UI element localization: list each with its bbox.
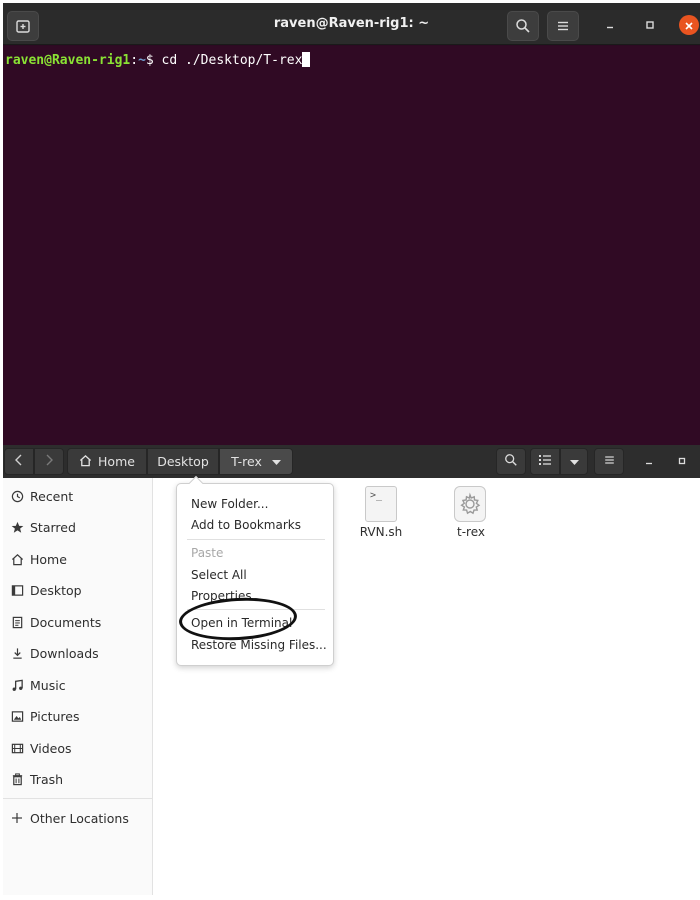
music-icon <box>9 677 25 693</box>
view-list-button[interactable] <box>530 448 560 475</box>
places-sidebar: Recent Starred Home Desktop Documents Do… <box>3 478 153 895</box>
clock-icon <box>9 488 25 504</box>
picture-icon <box>9 708 25 724</box>
sidebar-item-label: Recent <box>30 488 74 504</box>
search-icon <box>504 453 518 470</box>
sidebar-item-other-locations[interactable]: Other Locations <box>3 805 153 831</box>
context-menu: New Folder... Add to Bookmarks Paste Sel… <box>176 475 334 666</box>
desktop-icon <box>9 582 25 598</box>
prompt-path: ~ <box>138 53 146 68</box>
sidebar-item-home[interactable]: Home <box>3 546 153 572</box>
video-icon <box>9 740 25 756</box>
home-icon <box>79 454 92 470</box>
sidebar-item-downloads[interactable]: Downloads <box>3 640 153 666</box>
files-headerbar: Home Desktop T-rex <box>3 445 700 478</box>
sidebar-item-label: Other Locations <box>30 810 129 826</box>
files-minimize-button[interactable] <box>639 448 659 475</box>
terminal-glyph: >_ <box>370 490 383 501</box>
path-trex-label: T-rex <box>231 454 262 469</box>
menu-item-new-folder[interactable]: New Folder... <box>191 497 268 511</box>
files-search-button[interactable] <box>496 448 526 475</box>
sidebar-item-label: Pictures <box>30 708 80 724</box>
caret-down-icon <box>271 454 281 469</box>
sidebar-item-label: Desktop <box>30 582 82 598</box>
menu-item-paste: Paste <box>191 546 224 560</box>
path-desktop-label: Desktop <box>157 454 209 469</box>
star-icon <box>9 519 25 535</box>
script-file-icon[interactable]: >_ <box>365 486 397 522</box>
menu-item-restore-missing-files[interactable]: Restore Missing Files... <box>191 638 327 652</box>
maximize-icon <box>676 452 688 471</box>
file-label-t-rex[interactable]: t-rex <box>436 525 506 539</box>
file-label-rvn-sh[interactable]: RVN.sh <box>346 525 416 539</box>
sidebar-item-documents[interactable]: Documents <box>3 609 153 635</box>
maximize-icon <box>644 16 656 35</box>
plus-icon <box>9 810 25 826</box>
minimize-icon <box>604 16 616 35</box>
sidebar-item-videos[interactable]: Videos <box>3 735 153 761</box>
sidebar-item-pictures[interactable]: Pictures <box>3 703 153 729</box>
path-trex-button[interactable]: T-rex <box>219 448 293 475</box>
sidebar-item-label: Downloads <box>30 645 99 661</box>
command-text: cd ./Desktop/T-rex <box>161 53 303 68</box>
sidebar-item-label: Starred <box>30 519 76 535</box>
sidebar-item-recent[interactable]: Recent <box>3 483 153 509</box>
path-home-label: Home <box>98 454 135 469</box>
sidebar-item-label: Music <box>30 677 66 693</box>
menu-separator <box>187 539 325 540</box>
sidebar-divider <box>3 798 153 799</box>
sidebar-item-starred[interactable]: Starred <box>3 514 153 540</box>
close-button[interactable] <box>679 15 699 35</box>
download-icon <box>9 645 25 661</box>
hamburger-icon <box>556 19 570 33</box>
back-button[interactable] <box>4 448 34 475</box>
close-icon <box>684 16 694 35</box>
files-menu-button[interactable] <box>594 448 624 475</box>
menu-item-select-all[interactable]: Select All <box>191 568 247 582</box>
sidebar-item-music[interactable]: Music <box>3 672 153 698</box>
chevron-left-icon <box>14 454 24 469</box>
sidebar-item-label: Videos <box>30 740 72 756</box>
prompt-user: raven@Raven-rig1 <box>5 53 131 68</box>
trash-icon <box>9 771 25 787</box>
files-maximize-button[interactable] <box>672 448 692 475</box>
menu-button[interactable] <box>547 11 579 41</box>
terminal-title: raven@Raven-rig1: ~ <box>273 16 430 31</box>
terminal-output[interactable]: raven@Raven-rig1:~$ cd ./Desktop/T-rex <box>3 46 700 445</box>
sidebar-item-trash[interactable]: Trash <box>3 766 153 792</box>
sidebar-item-label: Trash <box>30 771 64 787</box>
sidebar-item-label: Home <box>30 551 67 567</box>
menu-item-add-to-bookmarks[interactable]: Add to Bookmarks <box>191 518 301 532</box>
sidebar-item-label: Documents <box>30 614 102 630</box>
path-desktop-button[interactable]: Desktop <box>147 448 219 475</box>
caret-down-icon <box>569 454 579 469</box>
list-view-icon <box>538 454 552 469</box>
chevron-right-icon <box>44 454 54 469</box>
hamburger-icon <box>603 454 616 469</box>
view-options-button[interactable] <box>560 448 588 475</box>
home-icon <box>9 551 25 567</box>
search-icon <box>515 18 531 34</box>
executable-gear-icon[interactable] <box>454 486 486 522</box>
files-window: Home Desktop T-rex Recent Starred Home D… <box>3 445 700 895</box>
search-button[interactable] <box>507 11 539 41</box>
terminal-window: raven@Raven-rig1: ~ raven@Raven-rig1:~$ … <box>3 3 700 445</box>
minimize-button[interactable] <box>600 15 620 35</box>
maximize-button[interactable] <box>640 15 660 35</box>
sidebar-item-desktop[interactable]: Desktop <box>3 577 153 603</box>
forward-button[interactable] <box>34 448 64 475</box>
prompt-colon: : <box>130 53 139 68</box>
document-icon <box>9 614 25 630</box>
path-home-button[interactable]: Home <box>67 448 147 475</box>
terminal-titlebar: raven@Raven-rig1: ~ <box>3 3 700 45</box>
text-cursor <box>302 52 311 67</box>
minimize-icon <box>643 452 655 471</box>
prompt-symbol: $ <box>145 53 162 68</box>
